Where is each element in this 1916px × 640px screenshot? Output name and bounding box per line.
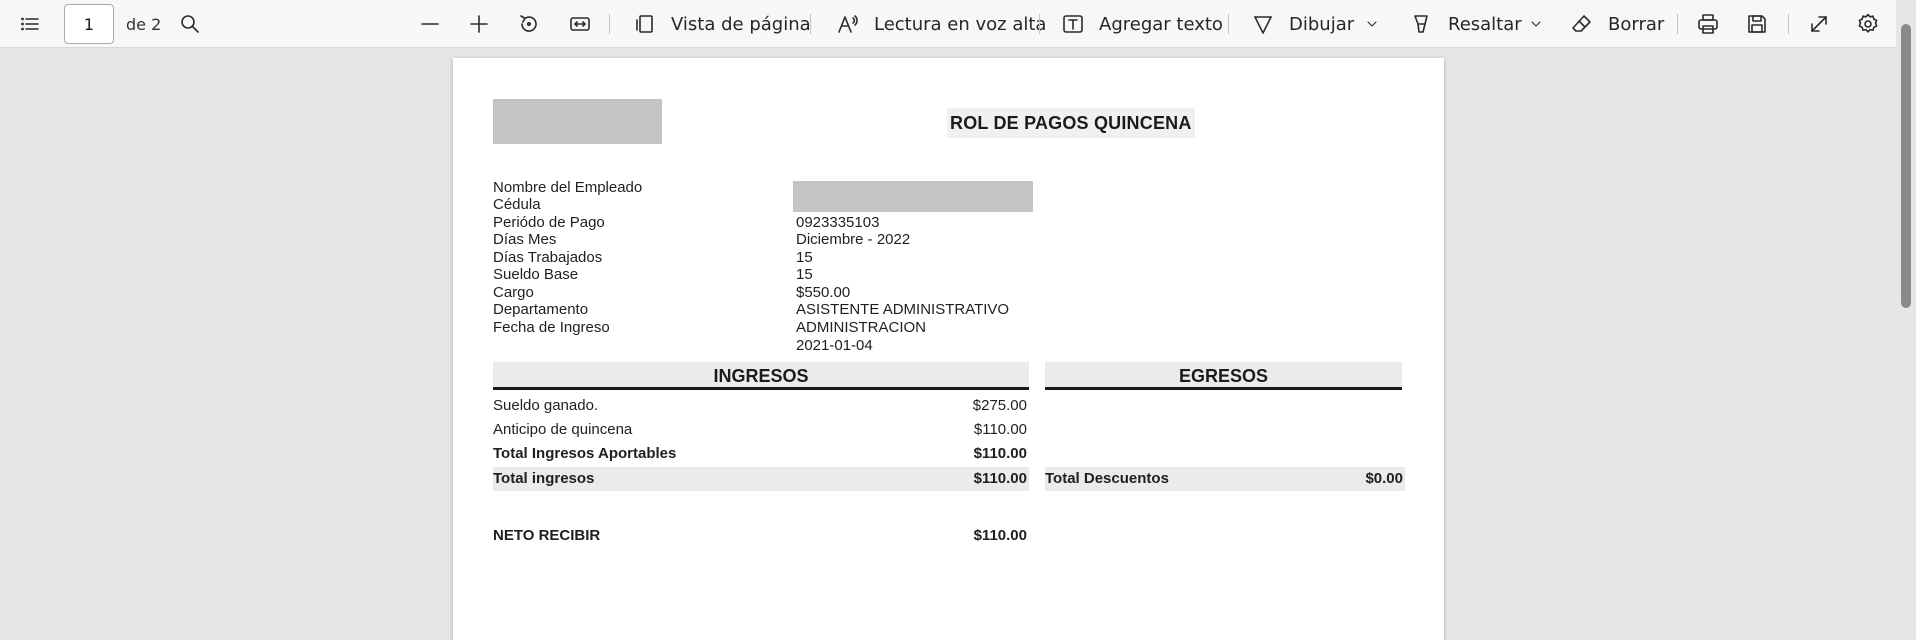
total-descuentos-value: $0.00: [1365, 470, 1403, 487]
field-value: Diciembre - 2022: [796, 231, 911, 248]
toolbar-divider: [609, 14, 610, 34]
highlight-label: Resaltar: [1448, 13, 1522, 35]
read-aloud-icon: [838, 15, 858, 33]
toolbar-divider: [810, 14, 811, 34]
save-icon[interactable]: [1745, 0, 1769, 48]
add-text-icon: [1063, 15, 1083, 33]
field-label: Fecha de Ingreso: [493, 319, 610, 336]
field-label: Cédula: [493, 196, 541, 213]
page-view-icon: [636, 15, 653, 33]
page-view-button[interactable]: Vista de página: [633, 0, 811, 48]
ingreso-label: Sueldo ganado.: [493, 397, 599, 414]
highlight-options-chevron-down-icon[interactable]: [1528, 0, 1544, 48]
add-text-button[interactable]: Agregar texto: [1061, 0, 1223, 48]
field-label: Sueldo Base: [493, 266, 579, 283]
draw-icon: [1254, 16, 1272, 34]
page-view-label: Vista de página: [671, 13, 811, 35]
field-value: ADMINISTRACION: [796, 319, 927, 336]
fullscreen-icon[interactable]: [1807, 0, 1831, 48]
field-value: 15: [796, 266, 813, 283]
read-aloud-label: Lectura en voz alta: [874, 13, 1047, 35]
ingreso-label: Anticipo de quincena: [493, 421, 633, 438]
field-value: $550.00: [796, 284, 851, 301]
ingreso-value: $110.00: [973, 445, 1027, 462]
field-value: 2021-01-04: [796, 337, 873, 354]
egresos-header: EGRESOS: [1045, 362, 1402, 390]
field-label: Días Trabajados: [493, 249, 603, 266]
field-value: 15: [796, 249, 813, 266]
highlighter-icon: [1414, 15, 1428, 33]
search-icon[interactable]: [178, 0, 202, 48]
toolbar-divider: [1788, 14, 1789, 34]
ingreso-label: Total Ingresos Aportables: [493, 445, 677, 462]
zoom-out-icon[interactable]: [418, 0, 442, 48]
add-text-label: Agregar texto: [1099, 13, 1223, 35]
pdf-page: ROL DE PAGOS QUINCENA Nombre del Emplead…: [453, 58, 1444, 640]
neto-recibir-value: $110.00: [973, 527, 1027, 544]
draw-label: Dibujar: [1289, 13, 1355, 35]
field-label: Nombre del Empleado: [493, 179, 643, 196]
neto-recibir-label: NETO RECIBIR: [493, 527, 601, 544]
redacted-employee-name: [793, 181, 1033, 212]
field-label: Departamento: [493, 301, 589, 318]
settings-gear-icon[interactable]: [1856, 0, 1880, 48]
toolbar-divider: [1228, 14, 1229, 34]
field-value: 0923335103: [796, 214, 880, 231]
eraser-icon: [1572, 15, 1591, 32]
field-label: Días Mes: [493, 231, 557, 248]
toolbar-divider: [1039, 14, 1040, 34]
highlight-button[interactable]: Resaltar: [1410, 0, 1522, 48]
field-label: Cargo: [493, 284, 534, 301]
ingreso-value: $275.00: [972, 397, 1027, 414]
erase-button[interactable]: Borrar: [1570, 0, 1664, 48]
erase-label: Borrar: [1608, 13, 1665, 35]
ingresos-header: INGRESOS: [493, 362, 1029, 390]
ingreso-value: $110.00: [973, 421, 1027, 438]
fit-width-icon[interactable]: [568, 0, 592, 48]
scrollbar-thumb[interactable]: [1901, 24, 1911, 308]
field-value: ASISTENTE ADMINISTRATIVO: [796, 301, 1010, 318]
rotate-icon[interactable]: [517, 0, 541, 48]
print-icon[interactable]: [1696, 0, 1720, 48]
draw-button[interactable]: Dibujar: [1251, 0, 1354, 48]
total-ingresos-label: Total ingresos: [493, 470, 595, 487]
page-count: de 2: [126, 14, 162, 34]
draw-options-chevron-down-icon[interactable]: [1364, 0, 1380, 48]
pdf-toolbar: 1 de 2 Vista de página Lectura en voz al…: [0, 0, 1916, 48]
zoom-in-icon[interactable]: [467, 0, 491, 48]
total-ingresos-value: $110.00: [973, 470, 1027, 487]
page-number-input[interactable]: 1: [64, 4, 114, 44]
total-descuentos-label: Total Descuentos: [1045, 470, 1169, 487]
field-label: Periódo de Pago: [493, 214, 605, 231]
redacted-logo: [493, 99, 662, 144]
table-of-contents-icon[interactable]: [18, 0, 42, 48]
read-aloud-button[interactable]: Lectura en voz alta: [836, 0, 1046, 48]
toolbar-divider: [1677, 14, 1678, 34]
document-title: ROL DE PAGOS QUINCENA: [947, 108, 1195, 138]
